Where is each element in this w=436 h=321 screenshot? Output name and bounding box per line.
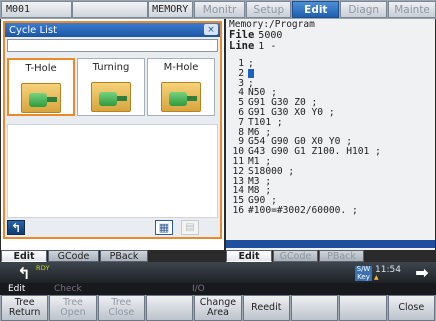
status-empty-cell [71,1,148,18]
left-tab-edit[interactable]: Edit [1,250,47,262]
folder-tool-icon [21,83,61,113]
program-line: 1; [229,59,433,69]
cycle-item-m-hole[interactable]: M-Hole [147,58,215,116]
menu-group-check: Check [54,284,82,294]
softkey-empty[interactable] [339,295,387,321]
line-text: ; [248,58,254,69]
line-text: #100=#3002/60000. ; [248,204,358,216]
cycle-list-footer: ↰ ▦ ▤ [5,218,220,237]
softkey-label: Close [398,302,425,313]
software-key-icon[interactable]: S/W Key [355,265,372,281]
machine-name: M001 [1,1,72,18]
left-tab-gcode[interactable]: GCode [48,250,99,262]
softkey-tree-return[interactable]: Tree Return [1,295,49,321]
program-path: Memory:/Program [229,19,315,30]
softkey-label: Return [8,307,41,318]
folder-tool-icon [161,82,201,112]
cycle-list-titlebar: Cycle List × [5,23,220,37]
main-area: Cycle List × T-Hole Turning M-Hole ↰ ▦ ▤… [0,19,436,251]
softkey-label: Reedit [251,302,282,313]
line-label: Line [229,40,255,52]
warning-icon: ▲ [374,274,379,281]
softkey-reedit[interactable]: Reedit [242,295,290,321]
cycle-list-empty-area [7,124,218,218]
file-value: 5000 [258,30,283,41]
softkey-label: Close [108,307,135,318]
top-status-bar: M001 MEMORY Monitr Setup Edit Diagn Main… [0,0,436,19]
softkey-empty[interactable] [290,295,339,321]
right-tab-gcode[interactable]: GCode [273,250,318,262]
back-button[interactable]: ↰ [7,220,25,235]
cycle-search-field[interactable] [7,39,218,52]
softkey-label: Area [207,307,229,318]
menu-group-header: Edit Check I/O [0,283,436,295]
next-menu-arrow-icon[interactable]: ➡ [412,263,432,282]
softkey-tree-open[interactable]: Tree Open [49,295,97,321]
softkey-tree-close[interactable]: Tree Close [97,295,145,321]
softkey-label: Open [60,307,86,318]
program-header: Memory:/Program File 5000 Line 1 - [226,19,435,53]
line-value: 1 - [258,41,277,52]
tab-edit[interactable]: Edit [292,1,340,18]
status-row: ↰ RDY S/W Key 11:54 ▲ ➡ [0,262,436,283]
grid-view-icon[interactable]: ▦ [155,220,173,235]
softkey-close[interactable]: Close [387,295,435,321]
tab-maintenance[interactable]: Mainte [388,1,436,18]
left-panel: Cycle List × T-Hole Turning M-Hole ↰ ▦ ▤ [1,19,224,251]
tab-monitor[interactable]: Monitr [193,1,246,18]
cycle-list-title: Cycle List [9,24,57,36]
folder-tool-icon [91,82,131,112]
close-icon[interactable]: × [204,24,218,35]
tab-diagnosis[interactable]: Diagn [340,1,388,18]
operation-mode: MEMORY [147,1,193,18]
input-line-bar[interactable] [226,240,435,248]
cycle-item-label: T-Hole [25,63,57,74]
tab-setup[interactable]: Setup [246,1,292,18]
menu-group-edit: Edit [8,284,26,294]
softkey-bar: Tree Return Tree Open Tree Close Change Area… [0,295,436,321]
list-view-icon[interactable]: ▤ [181,220,199,235]
return-arrow-icon[interactable]: ↰ [14,264,34,283]
cycle-list-window: Cycle List × T-Hole Turning M-Hole ↰ ▦ ▤ [3,21,222,239]
softkey-empty[interactable] [145,295,194,321]
program-line: 16 #100=#3002/60000. ; [229,206,433,216]
ready-indicator: RDY [36,264,50,272]
text-cursor [248,68,254,78]
program-line: 2 [229,68,433,79]
program-lines[interactable]: 1; 2 3; 4 N50 ; 5 G91 G30 Z0 ; 6 G91 G30 X0… [229,59,433,216]
left-tab-pback[interactable]: PBack [100,250,148,262]
line-number: 16 [232,204,244,216]
window-tabs: Edit GCode PBack Edit GCode PBack [0,250,436,262]
cycle-item-t-hole[interactable]: T-Hole [7,58,75,116]
menu-group-io: I/O [192,284,205,294]
softkey-change-area[interactable]: Change Area [194,295,242,321]
right-tab-edit[interactable]: Edit [226,250,272,262]
right-tab-pback[interactable]: PBack [319,250,364,262]
cycle-grid: T-Hole Turning M-Hole [7,58,218,116]
cycle-item-label: Turning [92,62,130,73]
cycle-item-label: M-Hole [163,62,199,73]
cycle-item-turning[interactable]: Turning [77,58,145,116]
program-editor[interactable]: Memory:/Program File 5000 Line 1 - 1; 2 … [226,19,435,251]
